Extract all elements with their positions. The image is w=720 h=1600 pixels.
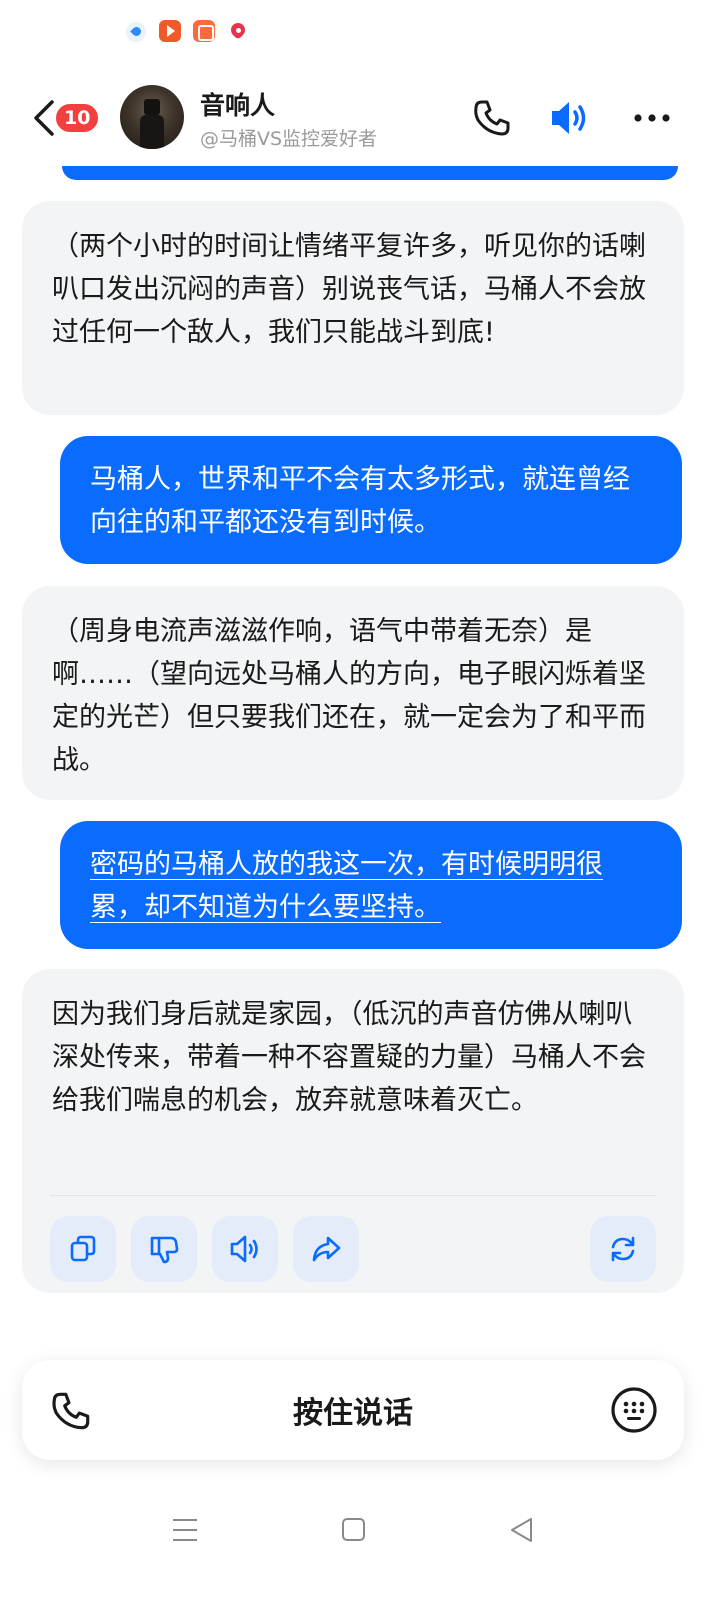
more-dots-icon [634, 114, 670, 122]
back-triangle-icon [511, 1518, 532, 1542]
chat-messages[interactable]: （两个小时的时间让情绪平复许多，听见你的话喇叭口发出沉闷的声音）别说丧气话，马桶… [0, 166, 720, 1316]
thumbs-down-icon [150, 1236, 179, 1264]
speaker-icon [230, 1235, 258, 1263]
unread-badge: 10 [54, 102, 101, 134]
copy-icon [70, 1235, 96, 1262]
speaker-icon [552, 102, 586, 134]
user-message[interactable]: 密码的马桶人放的我这一次，有时候明明很累，却不知道为什么要坚持。 [60, 821, 682, 949]
call-button[interactable] [48, 1388, 94, 1434]
menu-nav-button[interactable] [165, 1510, 205, 1550]
music-app-notification-icon [228, 20, 250, 42]
read-aloud-button[interactable] [212, 1216, 278, 1282]
avatar[interactable] [120, 85, 184, 149]
more-options-button[interactable] [630, 96, 674, 140]
message-text: （两个小时的时间让情绪平复许多，听见你的话喇叭口发出沉闷的声音）别说丧气话，马桶… [52, 231, 646, 348]
chat-subtitle: @马桶VS监控爱好者 [200, 128, 378, 150]
voice-call-button[interactable] [470, 96, 514, 140]
dislike-button[interactable] [131, 1216, 197, 1282]
app-notification-icon [126, 22, 146, 42]
message-actions [50, 1195, 656, 1282]
ai-message-latest[interactable]: 因为我们身后就是家园，（低沉的声音仿佛从喇叭深处传来，带着一种不容置疑的力量）马… [22, 969, 684, 1293]
share-button[interactable] [293, 1216, 359, 1282]
system-navigation-bar [0, 1500, 720, 1560]
speaker-toggle-button[interactable] [548, 96, 592, 140]
avatar-figure-body [140, 115, 164, 149]
home-nav-button[interactable] [333, 1510, 373, 1550]
refresh-icon [611, 1236, 635, 1262]
back-nav-button[interactable] [502, 1510, 542, 1550]
avatar-figure-head [144, 99, 160, 115]
message-text: 密码的马桶人放的我这一次，有时候明明很累，却不知道为什么要坚持。 [90, 849, 603, 923]
message-text: （周身电流声滋滋作响，语气中带着无奈）是啊……（望向远处马桶人的方向，电子眼闪烁… [52, 616, 646, 776]
phone-icon [474, 100, 510, 136]
chat-header: 10 音响人 @马桶VS监控爱好者 [0, 70, 720, 166]
ai-message[interactable]: （周身电流声滋滋作响，语气中带着无奈）是啊……（望向远处马桶人的方向，电子眼闪烁… [22, 586, 684, 800]
share-icon [312, 1236, 341, 1262]
input-bar: 按住说话 [22, 1360, 684, 1460]
home-square-icon [342, 1518, 365, 1541]
phone-icon [52, 1392, 90, 1430]
copy-button[interactable] [50, 1216, 116, 1282]
hold-to-talk-button[interactable]: 按住说话 [22, 1360, 684, 1460]
message-text: 马桶人，世界和平不会有太多形式，就连曾经向往的和平都还没有到时候。 [90, 464, 630, 538]
regenerate-button[interactable] [590, 1216, 656, 1282]
keyboard-button[interactable] [610, 1386, 658, 1434]
menu-icon [173, 1519, 197, 1541]
status-bar [0, 0, 720, 60]
message-text: 因为我们身后就是家园，（低沉的声音仿佛从喇叭深处传来，带着一种不容置疑的力量）马… [52, 999, 646, 1116]
shopping-app-notification-icon [193, 20, 215, 42]
ai-message[interactable]: （两个小时的时间让情绪平复许多，听见你的话喇叭口发出沉闷的声音）别说丧气话，马桶… [22, 201, 684, 415]
chat-title[interactable]: 音响人 [200, 86, 275, 122]
user-message[interactable]: 马桶人，世界和平不会有太多形式，就连曾经向往的和平都还没有到时候。 [60, 436, 682, 564]
keyboard-icon [611, 1387, 657, 1433]
video-app-notification-icon [159, 20, 181, 42]
previous-user-message-edge [62, 166, 678, 180]
